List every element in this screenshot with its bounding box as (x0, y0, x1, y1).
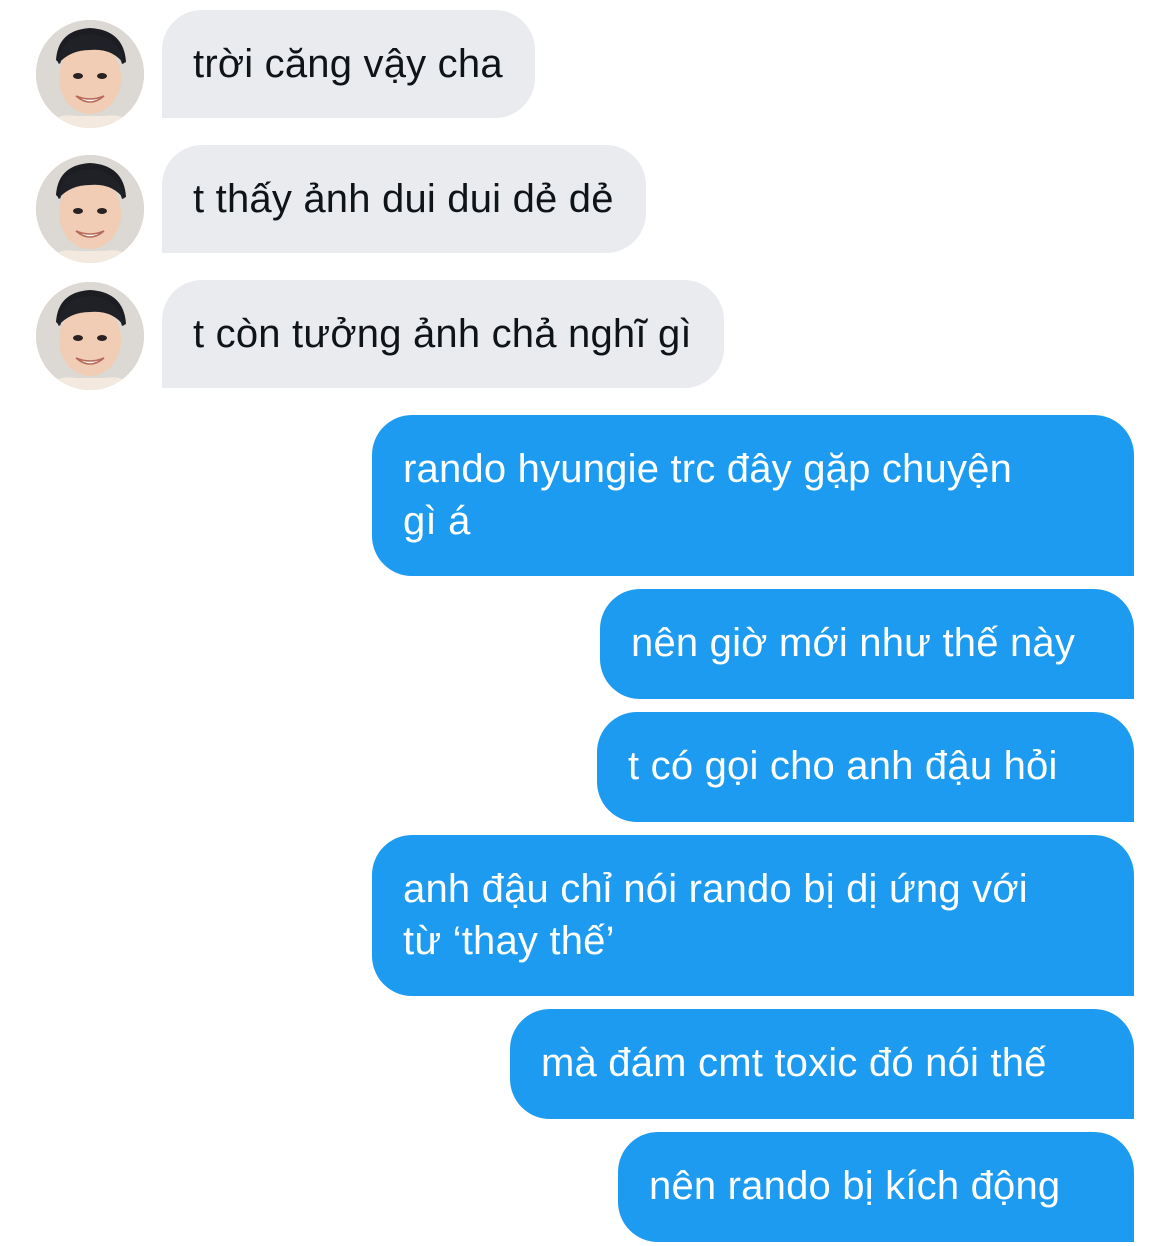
outgoing-message-bubble[interactable]: nên giờ mới như thế này (600, 589, 1134, 699)
outgoing-message-bubble[interactable]: rando hyungie trc đây gặp chuyện gì á (372, 415, 1134, 576)
contact-avatar[interactable] (36, 155, 144, 263)
incoming-message-row: trời căng vậy cha (0, 10, 1170, 128)
contact-avatar-photo-icon (36, 20, 144, 128)
message-thread: trời căng vậy cha t thấy ảnh dui dui dẻ … (0, 0, 1170, 1246)
outgoing-message-bubble[interactable]: mà đám cmt toxic đó nói thế (510, 1009, 1134, 1119)
contact-avatar[interactable] (36, 20, 144, 128)
incoming-message-bubble[interactable]: t còn tưởng ảnh chả nghĩ gì (162, 280, 724, 388)
incoming-message-bubble[interactable]: trời căng vậy cha (162, 10, 535, 118)
contact-avatar[interactable] (36, 282, 144, 390)
incoming-message-row: t còn tưởng ảnh chả nghĩ gì (0, 280, 1170, 390)
contact-avatar-photo-icon (36, 282, 144, 390)
incoming-message-row: t thấy ảnh dui dui dẻ dẻ (0, 145, 1170, 263)
outgoing-message-bubble[interactable]: t có gọi cho anh đậu hỏi (597, 712, 1134, 822)
outgoing-message-bubble[interactable]: nên rando bị kích động (618, 1132, 1134, 1242)
outgoing-message-bubble[interactable]: anh đậu chỉ nói rando bị dị ứng với từ ‘… (372, 835, 1134, 996)
incoming-message-bubble[interactable]: t thấy ảnh dui dui dẻ dẻ (162, 145, 646, 253)
contact-avatar-photo-icon (36, 155, 144, 263)
